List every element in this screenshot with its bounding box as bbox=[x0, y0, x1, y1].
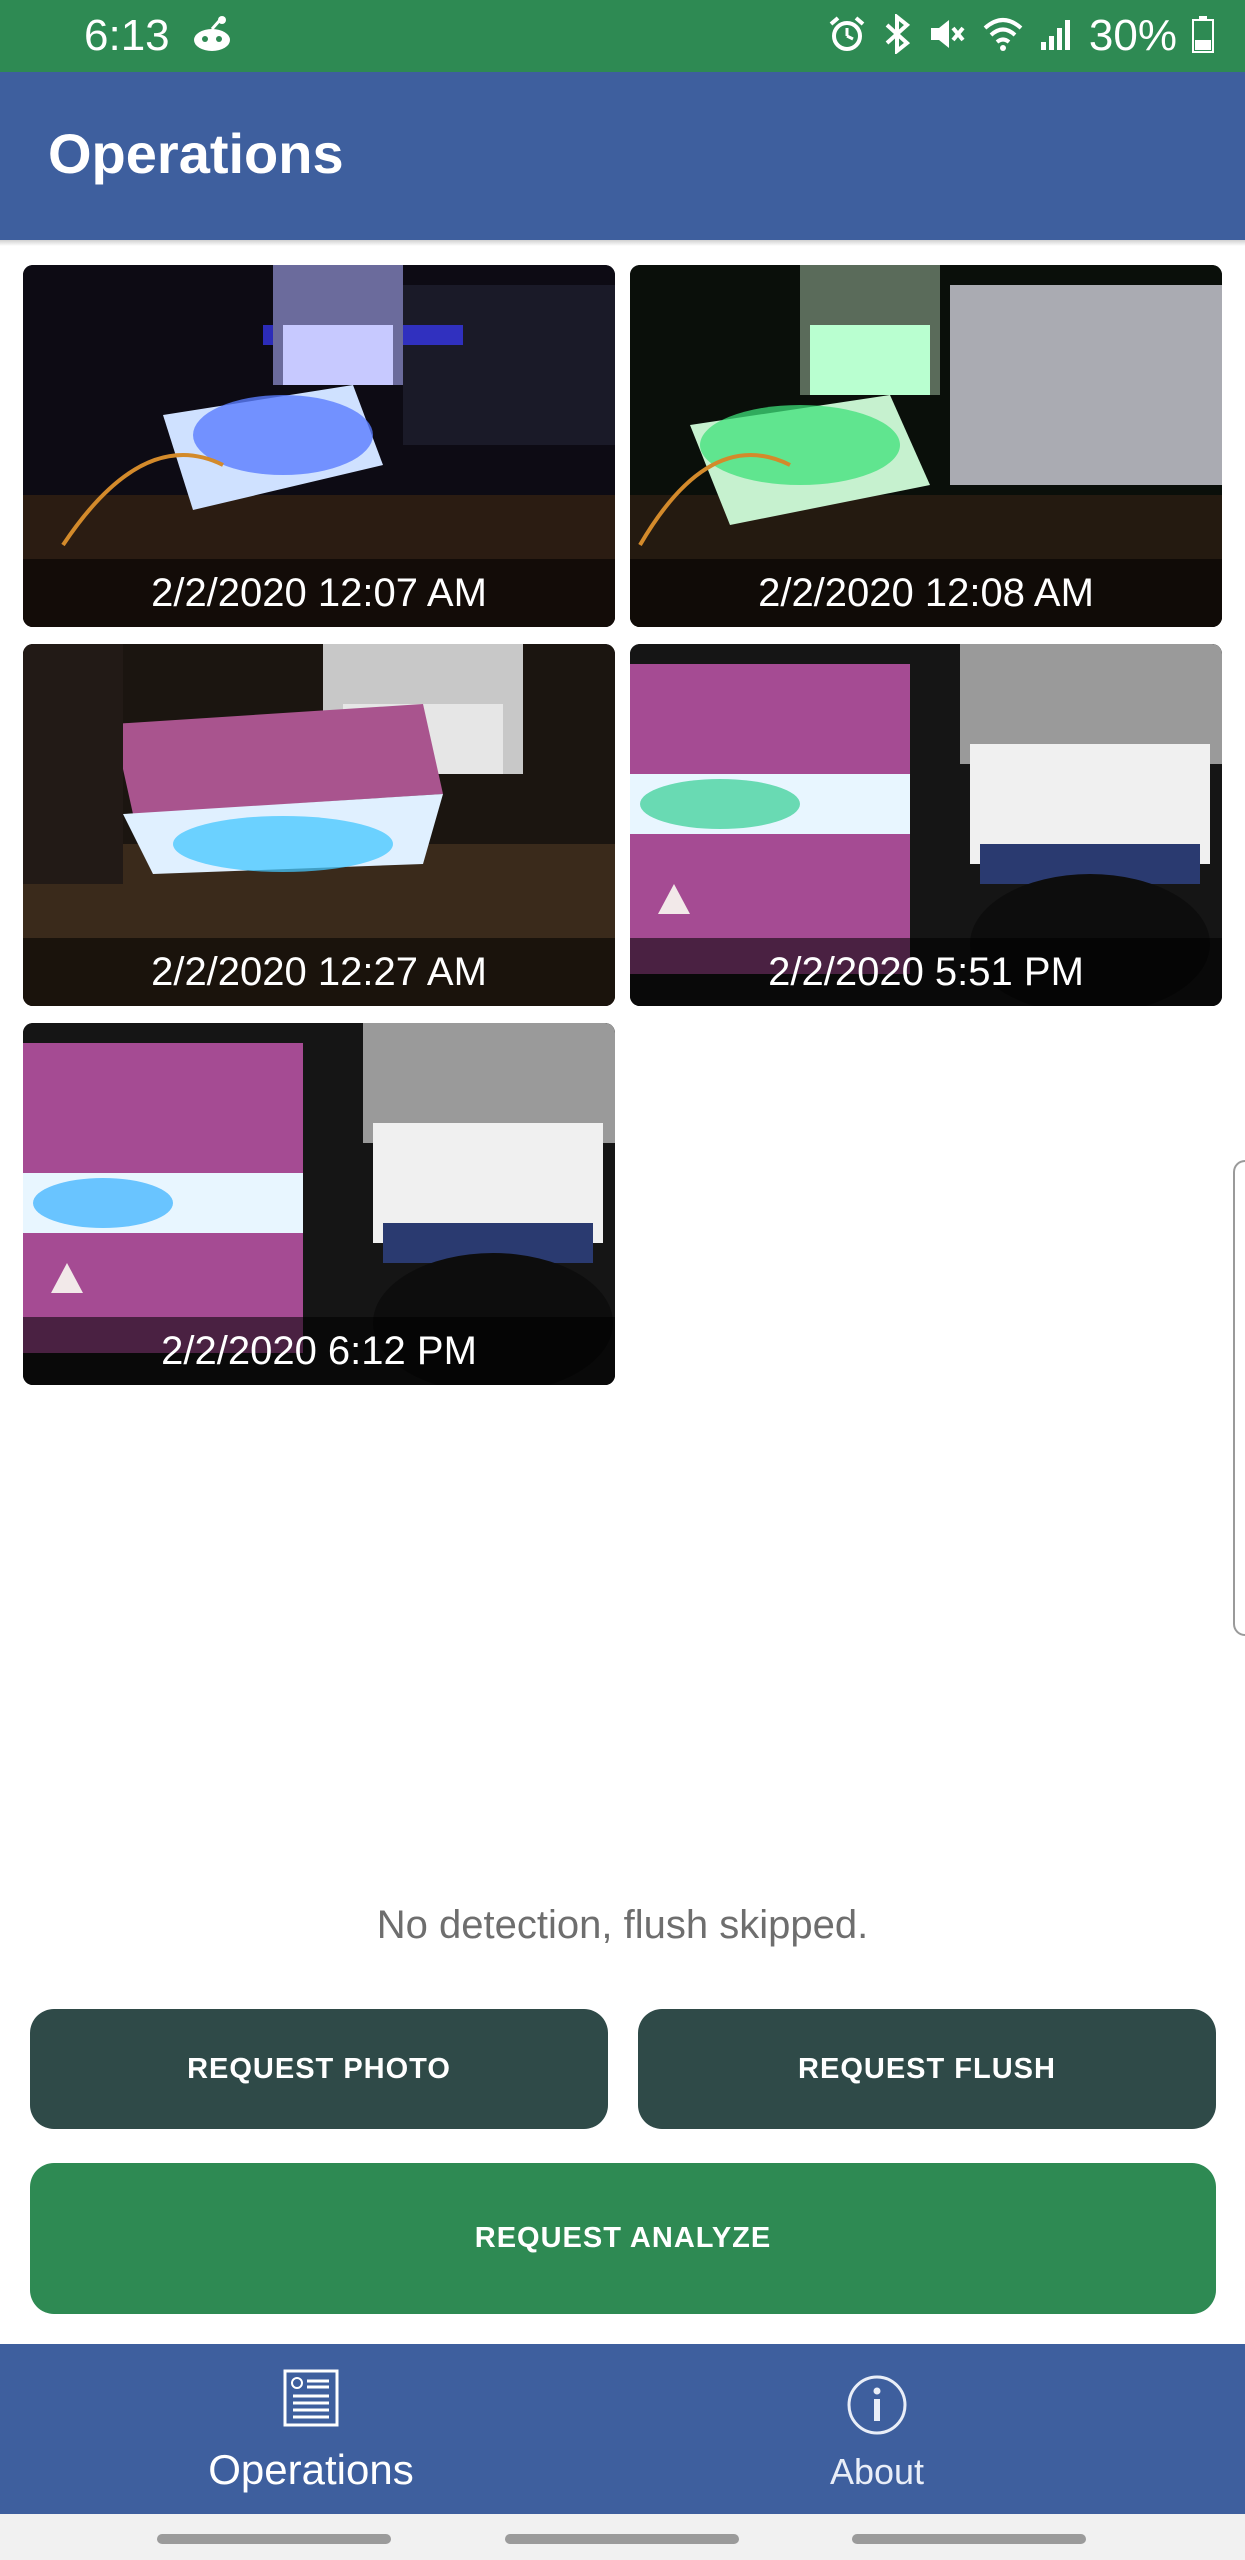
photo-thumbnail[interactable]: 2/2/2020 12:27 AM bbox=[23, 644, 615, 1006]
nav-label-about: About bbox=[829, 2451, 925, 2492]
nav-item-about[interactable]: About bbox=[562, 2344, 1192, 2514]
app-bar: Operations bbox=[0, 72, 1245, 240]
photo-timestamp: 2/2/2020 12:07 AM bbox=[23, 559, 615, 627]
photo-thumbnail[interactable]: 2/2/2020 5:51 PM bbox=[630, 644, 1222, 1006]
photo-thumbnail[interactable]: 2/2/2020 6:12 PM bbox=[23, 1023, 615, 1385]
nav-item-operations[interactable]: Operations bbox=[0, 2344, 622, 2514]
recent-apps-button[interactable] bbox=[157, 2534, 391, 2544]
signal-icon bbox=[1039, 14, 1075, 59]
status-bar: 6:13 30% bbox=[0, 0, 1245, 72]
alarm-icon bbox=[827, 14, 867, 59]
photo-timestamp: 2/2/2020 5:51 PM bbox=[630, 938, 1222, 1006]
status-time: 6:13 bbox=[84, 11, 170, 60]
wifi-icon bbox=[981, 14, 1025, 59]
nav-label-operations: Operations bbox=[208, 2446, 414, 2493]
photo-timestamp: 2/2/2020 12:27 AM bbox=[23, 938, 615, 1006]
photo-timestamp: 2/2/2020 12:08 AM bbox=[630, 559, 1222, 627]
photo-thumbnail[interactable]: 2/2/2020 12:08 AM bbox=[630, 265, 1222, 627]
battery-percent: 30% bbox=[1088, 11, 1177, 60]
photo-thumbnail[interactable]: 2/2/2020 12:07 AM bbox=[23, 265, 615, 627]
detection-status-text: No detection, flush skipped. bbox=[376, 1903, 869, 1947]
system-navigation-bar bbox=[0, 2514, 1245, 2560]
app-bar-shadow bbox=[0, 240, 1245, 246]
info-icon bbox=[846, 2374, 908, 2441]
bottom-navigation: Operations About bbox=[0, 2344, 1245, 2514]
status-icons: 30% bbox=[827, 12, 1215, 60]
back-button[interactable] bbox=[852, 2534, 1086, 2544]
reddit-icon bbox=[190, 14, 234, 59]
document-list-icon bbox=[281, 2368, 341, 2433]
request-photo-button[interactable]: REQUEST PHOTO bbox=[30, 2009, 608, 2129]
page-title: Operations bbox=[48, 122, 344, 185]
home-button[interactable] bbox=[505, 2534, 739, 2544]
request-flush-button[interactable]: REQUEST FLUSH bbox=[638, 2009, 1216, 2129]
mute-icon bbox=[927, 14, 967, 59]
request-analyze-button[interactable]: REQUEST ANALYZE bbox=[30, 2163, 1216, 2314]
battery-icon bbox=[1191, 14, 1215, 59]
bluetooth-icon bbox=[881, 12, 913, 59]
scroll-handle[interactable] bbox=[1233, 1160, 1245, 1636]
photo-timestamp: 2/2/2020 6:12 PM bbox=[23, 1317, 615, 1385]
